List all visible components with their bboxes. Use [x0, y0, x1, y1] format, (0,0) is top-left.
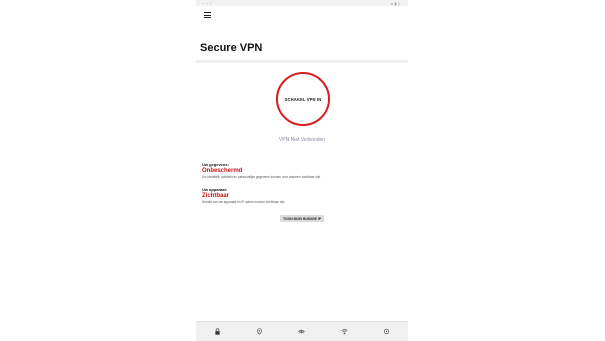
page-title: Secure VPN: [200, 42, 263, 54]
data-protection-section: Uw gegevens: Onbeschermd Uw identiteit, …: [202, 162, 402, 179]
data-section-value: Onbeschermd: [202, 168, 243, 174]
settings-tab[interactable]: [377, 325, 397, 339]
privacy-tab[interactable]: [292, 325, 312, 339]
device-visibility-section: Uw apparaat: Zichtbaar Details van uw ap…: [202, 187, 402, 204]
eye-icon: [298, 329, 306, 334]
location-tab[interactable]: [250, 325, 270, 339]
data-section-label: Uw gegevens:: [202, 162, 229, 167]
location-pin-icon: [257, 328, 263, 335]
wifi-shield-icon: [341, 329, 348, 335]
connect-vpn-label: SCHAKEL VPN IN: [284, 96, 322, 102]
device-section-value: Zichtbaar: [202, 193, 230, 199]
connect-vpn-button[interactable]: SCHAKEL VPN IN: [276, 72, 330, 126]
device-section-label: Uw apparaat:: [202, 187, 228, 192]
device-section-description: Details van uw apparaat en IP-adres kunn…: [202, 200, 286, 204]
app-window: • • • ▾ ▮ ▯ Secure VPN SCHAKEL VPN IN VP…: [196, 0, 408, 341]
data-section-description: Uw identiteit, activiteit en persoonlijk…: [202, 175, 322, 179]
hamburger-menu-icon[interactable]: [204, 12, 211, 18]
bottom-navigation: [196, 321, 408, 341]
show-ip-button[interactable]: TOON MIJN HUIDIGE IP: [280, 215, 324, 222]
app-header: Secure VPN: [196, 6, 408, 63]
wifi-tab[interactable]: [334, 325, 354, 339]
vpn-status-text: VPN Niet Verbonden: [278, 137, 326, 143]
lock-icon: [215, 328, 220, 335]
gear-icon: [384, 328, 390, 335]
vpn-tab[interactable]: [207, 325, 227, 339]
